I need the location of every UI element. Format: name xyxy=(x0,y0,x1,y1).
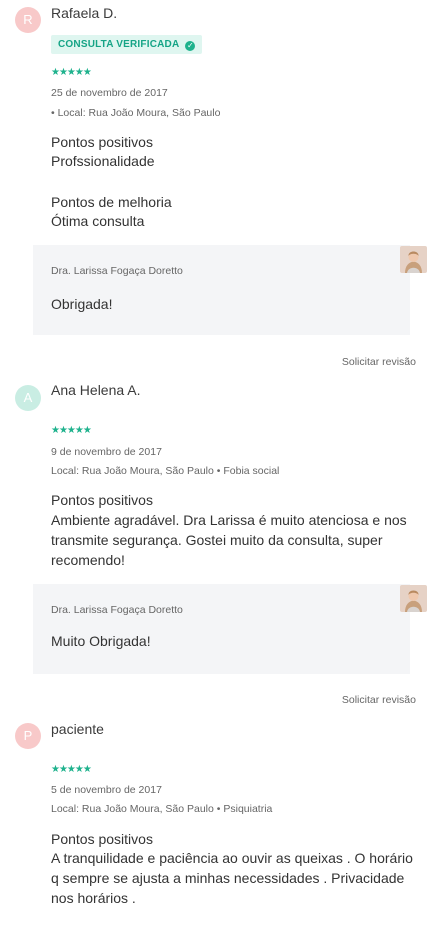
review-item: P paciente ★★★★★ 5 de novembro de 2017 L… xyxy=(0,0,442,934)
review-location: Local: Rua João Moura, São Paulo • Psiqu… xyxy=(51,803,273,815)
reviewer-name: paciente xyxy=(51,721,104,737)
avatar: P xyxy=(15,723,41,749)
star-rating: ★★★★★ xyxy=(51,764,92,775)
positives-text: A tranquilidade e paciência ao ouvir as … xyxy=(51,850,413,906)
review-date: 5 de novembro de 2017 xyxy=(51,784,162,796)
positives-title: Pontos positivos xyxy=(51,831,153,847)
